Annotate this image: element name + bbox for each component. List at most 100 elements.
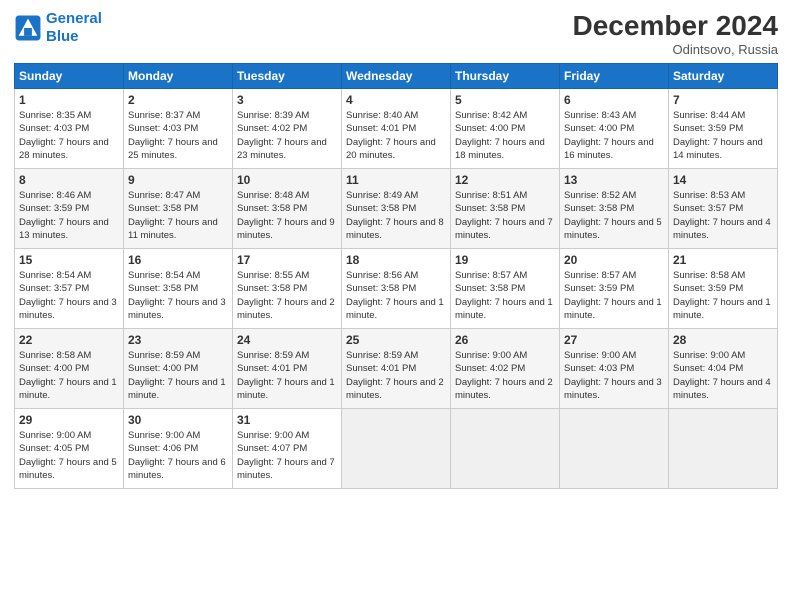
day-info: Sunrise: 8:53 AMSunset: 3:57 PMDaylight:… xyxy=(673,189,773,242)
calendar-day: 28 Sunrise: 9:00 AMSunset: 4:04 PMDaylig… xyxy=(669,329,778,409)
calendar-day: 6 Sunrise: 8:43 AMSunset: 4:00 PMDayligh… xyxy=(560,89,669,169)
day-number: 25 xyxy=(346,333,446,347)
calendar-day: 19 Sunrise: 8:57 AMSunset: 3:58 PMDaylig… xyxy=(451,249,560,329)
calendar-day: 18 Sunrise: 8:56 AMSunset: 3:58 PMDaylig… xyxy=(342,249,451,329)
day-number: 20 xyxy=(564,253,664,267)
day-info: Sunrise: 8:47 AMSunset: 3:58 PMDaylight:… xyxy=(128,189,228,242)
calendar-day: 4 Sunrise: 8:40 AMSunset: 4:01 PMDayligh… xyxy=(342,89,451,169)
day-number: 5 xyxy=(455,93,555,107)
calendar-day: 13 Sunrise: 8:52 AMSunset: 3:58 PMDaylig… xyxy=(560,169,669,249)
day-number: 19 xyxy=(455,253,555,267)
calendar-day: 31 Sunrise: 9:00 AMSunset: 4:07 PMDaylig… xyxy=(233,409,342,489)
day-info: Sunrise: 8:59 AMSunset: 4:01 PMDaylight:… xyxy=(237,349,337,402)
calendar-day: 17 Sunrise: 8:55 AMSunset: 3:58 PMDaylig… xyxy=(233,249,342,329)
day-info: Sunrise: 8:57 AMSunset: 3:59 PMDaylight:… xyxy=(564,269,664,322)
logo-line2: Blue xyxy=(46,28,79,45)
calendar-day: 1 Sunrise: 8:35 AMSunset: 4:03 PMDayligh… xyxy=(15,89,124,169)
calendar-day: 26 Sunrise: 9:00 AMSunset: 4:02 PMDaylig… xyxy=(451,329,560,409)
day-number: 30 xyxy=(128,413,228,427)
day-number: 18 xyxy=(346,253,446,267)
calendar-day: 27 Sunrise: 9:00 AMSunset: 4:03 PMDaylig… xyxy=(560,329,669,409)
calendar-day: 9 Sunrise: 8:47 AMSunset: 3:58 PMDayligh… xyxy=(124,169,233,249)
calendar-day: 20 Sunrise: 8:57 AMSunset: 3:59 PMDaylig… xyxy=(560,249,669,329)
calendar-day: 10 Sunrise: 8:48 AMSunset: 3:58 PMDaylig… xyxy=(233,169,342,249)
header-day: Thursday xyxy=(451,64,560,89)
calendar-day: 2 Sunrise: 8:37 AMSunset: 4:03 PMDayligh… xyxy=(124,89,233,169)
location: Odintsovo, Russia xyxy=(573,42,778,57)
calendar-day: 3 Sunrise: 8:39 AMSunset: 4:02 PMDayligh… xyxy=(233,89,342,169)
calendar-week: 1 Sunrise: 8:35 AMSunset: 4:03 PMDayligh… xyxy=(15,89,778,169)
calendar-day: 23 Sunrise: 8:59 AMSunset: 4:00 PMDaylig… xyxy=(124,329,233,409)
day-number: 27 xyxy=(564,333,664,347)
day-number: 21 xyxy=(673,253,773,267)
header-day: Tuesday xyxy=(233,64,342,89)
day-info: Sunrise: 8:54 AMSunset: 3:57 PMDaylight:… xyxy=(19,269,119,322)
day-info: Sunrise: 8:57 AMSunset: 3:58 PMDaylight:… xyxy=(455,269,555,322)
page-container: General Blue December 2024 Odintsovo, Ru… xyxy=(0,0,792,499)
header-day: Friday xyxy=(560,64,669,89)
day-info: Sunrise: 9:00 AMSunset: 4:06 PMDaylight:… xyxy=(128,429,228,482)
calendar-day xyxy=(342,409,451,489)
calendar-day: 15 Sunrise: 8:54 AMSunset: 3:57 PMDaylig… xyxy=(15,249,124,329)
calendar-day: 22 Sunrise: 8:58 AMSunset: 4:00 PMDaylig… xyxy=(15,329,124,409)
day-number: 8 xyxy=(19,173,119,187)
title-block: December 2024 Odintsovo, Russia xyxy=(573,10,778,57)
calendar-day: 21 Sunrise: 8:58 AMSunset: 3:59 PMDaylig… xyxy=(669,249,778,329)
day-number: 4 xyxy=(346,93,446,107)
calendar-day: 16 Sunrise: 8:54 AMSunset: 3:58 PMDaylig… xyxy=(124,249,233,329)
calendar-day: 30 Sunrise: 9:00 AMSunset: 4:06 PMDaylig… xyxy=(124,409,233,489)
day-info: Sunrise: 8:48 AMSunset: 3:58 PMDaylight:… xyxy=(237,189,337,242)
day-info: Sunrise: 8:46 AMSunset: 3:59 PMDaylight:… xyxy=(19,189,119,242)
calendar-day: 7 Sunrise: 8:44 AMSunset: 3:59 PMDayligh… xyxy=(669,89,778,169)
day-number: 24 xyxy=(237,333,337,347)
day-number: 10 xyxy=(237,173,337,187)
day-info: Sunrise: 8:43 AMSunset: 4:00 PMDaylight:… xyxy=(564,109,664,162)
calendar-week: 8 Sunrise: 8:46 AMSunset: 3:59 PMDayligh… xyxy=(15,169,778,249)
day-info: Sunrise: 8:44 AMSunset: 3:59 PMDaylight:… xyxy=(673,109,773,162)
day-number: 12 xyxy=(455,173,555,187)
day-number: 23 xyxy=(128,333,228,347)
day-number: 6 xyxy=(564,93,664,107)
day-number: 13 xyxy=(564,173,664,187)
logo: General Blue xyxy=(14,10,102,46)
header-day: Wednesday xyxy=(342,64,451,89)
day-number: 11 xyxy=(346,173,446,187)
calendar-table: SundayMondayTuesdayWednesdayThursdayFrid… xyxy=(14,63,778,489)
day-number: 15 xyxy=(19,253,119,267)
day-number: 1 xyxy=(19,93,119,107)
calendar-day: 5 Sunrise: 8:42 AMSunset: 4:00 PMDayligh… xyxy=(451,89,560,169)
calendar-day: 24 Sunrise: 8:59 AMSunset: 4:01 PMDaylig… xyxy=(233,329,342,409)
day-info: Sunrise: 8:59 AMSunset: 4:01 PMDaylight:… xyxy=(346,349,446,402)
day-info: Sunrise: 8:58 AMSunset: 3:59 PMDaylight:… xyxy=(673,269,773,322)
day-info: Sunrise: 8:56 AMSunset: 3:58 PMDaylight:… xyxy=(346,269,446,322)
header: General Blue December 2024 Odintsovo, Ru… xyxy=(14,10,778,57)
day-info: Sunrise: 9:00 AMSunset: 4:07 PMDaylight:… xyxy=(237,429,337,482)
day-info: Sunrise: 8:42 AMSunset: 4:00 PMDaylight:… xyxy=(455,109,555,162)
day-number: 31 xyxy=(237,413,337,427)
logo-text: General Blue xyxy=(46,10,102,46)
calendar-day xyxy=(451,409,560,489)
day-info: Sunrise: 8:49 AMSunset: 3:58 PMDaylight:… xyxy=(346,189,446,242)
calendar-day: 25 Sunrise: 8:59 AMSunset: 4:01 PMDaylig… xyxy=(342,329,451,409)
calendar-day: 11 Sunrise: 8:49 AMSunset: 3:58 PMDaylig… xyxy=(342,169,451,249)
day-info: Sunrise: 8:55 AMSunset: 3:58 PMDaylight:… xyxy=(237,269,337,322)
day-number: 26 xyxy=(455,333,555,347)
day-info: Sunrise: 9:00 AMSunset: 4:02 PMDaylight:… xyxy=(455,349,555,402)
calendar-day xyxy=(669,409,778,489)
day-info: Sunrise: 8:37 AMSunset: 4:03 PMDaylight:… xyxy=(128,109,228,162)
day-info: Sunrise: 8:39 AMSunset: 4:02 PMDaylight:… xyxy=(237,109,337,162)
header-row: SundayMondayTuesdayWednesdayThursdayFrid… xyxy=(15,64,778,89)
day-info: Sunrise: 8:35 AMSunset: 4:03 PMDaylight:… xyxy=(19,109,119,162)
calendar-week: 22 Sunrise: 8:58 AMSunset: 4:00 PMDaylig… xyxy=(15,329,778,409)
calendar-day: 14 Sunrise: 8:53 AMSunset: 3:57 PMDaylig… xyxy=(669,169,778,249)
day-number: 28 xyxy=(673,333,773,347)
calendar-day: 8 Sunrise: 8:46 AMSunset: 3:59 PMDayligh… xyxy=(15,169,124,249)
logo-line1: General xyxy=(46,10,102,27)
header-day: Saturday xyxy=(669,64,778,89)
logo-icon xyxy=(14,14,42,42)
day-number: 29 xyxy=(19,413,119,427)
day-info: Sunrise: 9:00 AMSunset: 4:05 PMDaylight:… xyxy=(19,429,119,482)
day-number: 7 xyxy=(673,93,773,107)
day-info: Sunrise: 8:58 AMSunset: 4:00 PMDaylight:… xyxy=(19,349,119,402)
day-info: Sunrise: 8:40 AMSunset: 4:01 PMDaylight:… xyxy=(346,109,446,162)
